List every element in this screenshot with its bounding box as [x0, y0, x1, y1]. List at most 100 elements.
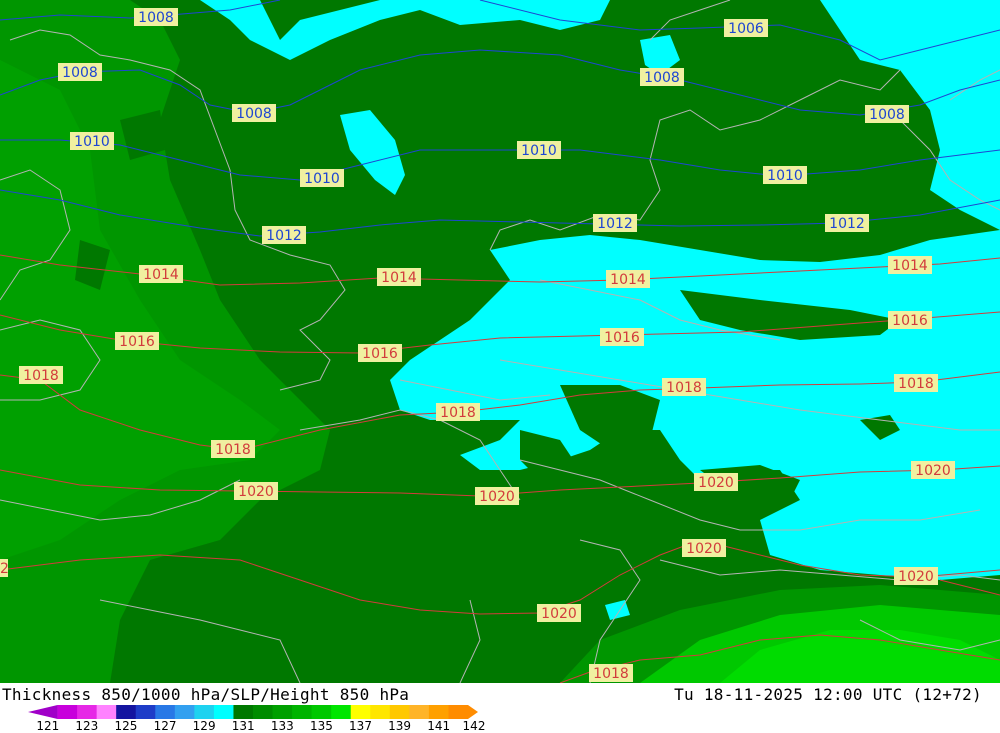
colorbar-segment — [57, 705, 78, 719]
isobar-label: 1012 — [593, 214, 637, 232]
svg-text:1006: 1006 — [728, 21, 764, 37]
colorbar-segment — [213, 705, 234, 719]
svg-text:1018: 1018 — [23, 368, 59, 384]
colorbar-segment — [253, 705, 274, 719]
svg-text:1008: 1008 — [236, 106, 272, 122]
colorbar-tick-label: 142 — [462, 719, 486, 733]
isobar-label: 1012 — [262, 226, 306, 244]
colorbar-tick-label: 141 — [427, 719, 451, 733]
colorbar-tick-label: 135 — [309, 719, 333, 733]
isobar-label: 1018 — [19, 366, 63, 384]
colorbar-segment — [174, 705, 195, 719]
colorbar-tick-label: 121 — [36, 719, 60, 733]
svg-text:1018: 1018 — [215, 442, 251, 458]
svg-text:1010: 1010 — [304, 171, 340, 187]
weather-map: 1006 1008 1008 1008 1008 1008 1010 1010 … — [0, 0, 1000, 683]
isobar-label: 1020 — [234, 482, 278, 500]
colorbar-tick-label: 125 — [114, 719, 138, 733]
isobar-label: 1018 — [894, 374, 938, 392]
colorbar-tick-label: 139 — [388, 719, 412, 733]
svg-text:1010: 1010 — [521, 143, 557, 159]
isobar-label: 1020 — [537, 604, 581, 622]
isobar-label: 1018 — [436, 403, 480, 421]
isobar-label: 1012 — [825, 214, 869, 232]
svg-text:1008: 1008 — [138, 10, 174, 26]
isobar-label: 1020 — [894, 567, 938, 585]
colorbar-segment — [350, 705, 371, 719]
colorbar-ticks: 121 123 125 127 129 131 133 135 137 139 141 142 — [0, 719, 520, 733]
colorbar-segment — [155, 705, 176, 719]
svg-text:1012: 1012 — [829, 216, 865, 232]
colorbar-segment — [409, 705, 430, 719]
svg-text:1020: 1020 — [238, 484, 274, 500]
colorbar-segment — [116, 705, 137, 719]
svg-text:1012: 1012 — [597, 216, 633, 232]
isobar-label: 1016 — [358, 344, 402, 362]
colorbar-segment — [370, 705, 391, 719]
isobar-label-edge: 2 — [0, 559, 9, 577]
svg-text:1018: 1018 — [593, 666, 629, 682]
map-title: Thickness 850/1000 hPa/SLP/Height 850 hP… — [2, 685, 410, 704]
colorbar-segment — [77, 705, 98, 719]
svg-text:1008: 1008 — [62, 65, 98, 81]
colorbar-segment — [448, 705, 478, 719]
svg-text:1016: 1016 — [362, 346, 398, 362]
isobar-label: 1020 — [911, 461, 955, 479]
isobar-label: 1014 — [888, 256, 932, 274]
isobar-label: 1006 — [724, 19, 768, 37]
colorbar-segment — [135, 705, 156, 719]
svg-text:1020: 1020 — [898, 569, 934, 585]
colorbar-tick-label: 131 — [231, 719, 255, 733]
svg-text:1014: 1014 — [892, 258, 928, 274]
isobar-label: 1008 — [865, 105, 909, 123]
colorbar-segment — [272, 705, 293, 719]
colorbar-tick-label: 129 — [192, 719, 216, 733]
colorbar-segment — [233, 705, 254, 719]
isobar-label: 1018 — [662, 378, 706, 396]
isobar-label: 1014 — [606, 270, 650, 288]
isobar-label: 1018 — [211, 440, 255, 458]
svg-text:1018: 1018 — [440, 405, 476, 421]
isobar-label: 1014 — [139, 265, 183, 283]
svg-text:1014: 1014 — [143, 267, 179, 283]
colorbar-segment — [96, 705, 117, 719]
colorbar-segment — [194, 705, 215, 719]
isobar-label: 1008 — [640, 68, 684, 86]
isobar-label: 1016 — [600, 328, 644, 346]
isobar-label: 1016 — [888, 311, 932, 329]
isobar-label: 1014 — [377, 268, 421, 286]
colorbar-tick-label: 133 — [270, 719, 294, 733]
isobar-label: 1008 — [58, 63, 102, 81]
map-timestamp: Tu 18-11-2025 12:00 UTC (12+72) — [674, 685, 982, 704]
isobar-label: 1016 — [115, 332, 159, 350]
colorbar-segment — [28, 705, 58, 719]
isobar-label: 1010 — [70, 132, 114, 150]
svg-text:2: 2 — [0, 561, 9, 577]
colorbar-segment — [389, 705, 410, 719]
svg-text:1018: 1018 — [666, 380, 702, 396]
colorbar-segment — [311, 705, 332, 719]
svg-text:1014: 1014 — [381, 270, 417, 286]
colorbar-tick-label: 123 — [75, 719, 99, 733]
isobar-label: 1008 — [232, 104, 276, 122]
svg-text:1010: 1010 — [74, 134, 110, 150]
colorbar — [28, 705, 478, 719]
svg-text:1016: 1016 — [119, 334, 155, 350]
isobar-label: 1010 — [763, 166, 807, 184]
svg-text:1018: 1018 — [898, 376, 934, 392]
svg-text:1020: 1020 — [686, 541, 722, 557]
colorbar-segment — [331, 705, 352, 719]
svg-text:1016: 1016 — [604, 330, 640, 346]
svg-text:1008: 1008 — [644, 70, 680, 86]
svg-text:1014: 1014 — [610, 272, 646, 288]
colorbar-tick-label: 127 — [153, 719, 177, 733]
svg-text:1020: 1020 — [479, 489, 515, 505]
isobar-label: 1020 — [682, 539, 726, 557]
isobar-label: 1008 — [134, 8, 178, 26]
isobar-label: 1010 — [300, 169, 344, 187]
svg-text:1020: 1020 — [541, 606, 577, 622]
colorbar-segment — [292, 705, 313, 719]
isobar-label: 1020 — [694, 473, 738, 491]
svg-text:1012: 1012 — [266, 228, 302, 244]
colorbar-tick-label: 137 — [349, 719, 372, 733]
